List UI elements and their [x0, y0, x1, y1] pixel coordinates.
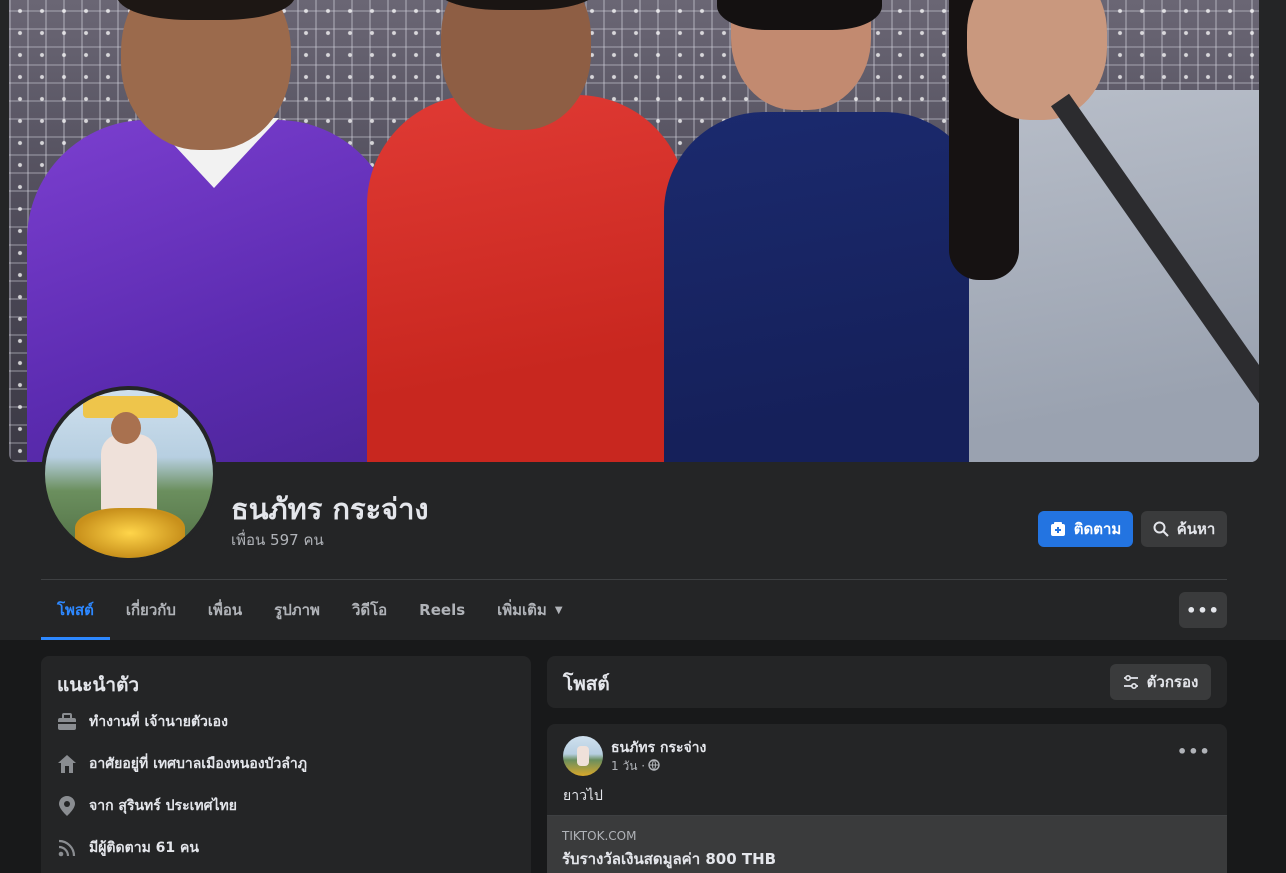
tab-label: รูปภาพ	[274, 601, 320, 619]
cover-person-3	[664, 112, 984, 462]
tab-friends[interactable]: เพื่อน	[192, 580, 258, 640]
tab-label: เกี่ยวกับ	[125, 601, 176, 619]
intro-item-work: ทำงานที่ เจ้านายตัวเอง	[57, 711, 228, 733]
tab-label: โพสต์	[57, 601, 94, 619]
link-preview[interactable]: TIKTOK.COM รับรางวัลเงินสดมูลค่า 800 THB	[547, 815, 1227, 873]
briefcase-icon	[57, 712, 77, 732]
tab-label: เพื่อน	[207, 601, 243, 619]
profile-avatar[interactable]	[41, 386, 217, 562]
post-text: ยาวไป	[563, 788, 603, 804]
home-icon	[57, 754, 77, 774]
search-button[interactable]: ค้นหา	[1141, 511, 1227, 547]
sliders-icon	[1123, 674, 1139, 690]
cover-photo[interactable]	[9, 0, 1259, 462]
avatar-gold	[75, 508, 185, 558]
post-author[interactable]: ธนภัทร กระจ่าง	[611, 737, 706, 759]
cover-hair-3	[717, 0, 882, 30]
filter-label: ตัวกรอง	[1146, 673, 1199, 691]
post-avatar[interactable]	[563, 736, 603, 776]
intro-item-followers: มีผู้ติดตาม 61 คน	[57, 837, 199, 859]
more-options-button[interactable]: •••	[1179, 592, 1227, 628]
intro-text: มีผู้ติดตาม 61 คน	[89, 840, 199, 856]
profile-tabs: โพสต์ เกี่ยวกับ เพื่อน รูปภาพ วิดีโอ Ree…	[41, 580, 579, 640]
intro-item-from: จาก สุรินทร์ ประเทศไทย	[57, 795, 237, 817]
post-meta: 1 วัน ·	[611, 757, 660, 776]
tab-label: เพิ่มเติม	[497, 601, 547, 619]
tab-reels[interactable]: Reels	[403, 580, 481, 640]
avatar-figure	[101, 434, 157, 514]
tab-label: Reels	[419, 601, 466, 619]
tab-about[interactable]: เกี่ยวกับ	[110, 580, 192, 640]
intro-title: แนะนำตัว	[57, 674, 140, 696]
follow-button[interactable]: ติดตาม	[1038, 511, 1133, 547]
rss-icon	[57, 838, 77, 858]
tab-more[interactable]: เพิ่มเติม ▼	[481, 580, 578, 640]
cover-head-2	[441, 0, 591, 130]
posts-title: โพสต์	[563, 673, 610, 695]
cover-person-2	[367, 95, 687, 462]
search-label: ค้นหา	[1176, 520, 1216, 538]
tab-photos[interactable]: รูปภาพ	[258, 580, 336, 640]
post-options-icon[interactable]: •••	[1177, 742, 1211, 761]
intro-card: แนะนำตัว ทำงานที่ เจ้านายตัวเอง อาศัยอยู…	[41, 656, 531, 873]
post-time[interactable]: 1 วัน ·	[611, 757, 645, 776]
search-icon	[1153, 521, 1169, 537]
link-domain: TIKTOK.COM	[562, 829, 637, 843]
intro-text: อาศัยอยู่ที่ เทศบาลเมืองหนองบัวลำภู	[89, 756, 308, 772]
avatar-image	[45, 390, 213, 558]
tab-posts[interactable]: โพสต์	[41, 580, 110, 640]
friends-count[interactable]: เพื่อน 597 คน	[231, 528, 324, 552]
follow-label: ติดตาม	[1073, 520, 1122, 538]
tab-videos[interactable]: วิดีโอ	[336, 580, 403, 640]
avatar-figure-head	[111, 412, 141, 444]
post-card: ธนภัทร กระจ่าง 1 วัน · ••• ยาวไป TIKTOK.…	[547, 724, 1227, 873]
tab-label: วิดีโอ	[351, 601, 388, 619]
link-title: รับรางวัลเงินสดมูลค่า 800 THB	[562, 850, 777, 868]
posts-header-card: โพสต์ ตัวกรอง	[547, 656, 1227, 708]
location-pin-icon	[57, 796, 77, 816]
caret-down-icon: ▼	[554, 604, 563, 616]
intro-text: จาก สุรินทร์ ประเทศไทย	[89, 798, 237, 814]
intro-text: ทำงานที่ เจ้านายตัวเอง	[89, 714, 228, 730]
intro-item-home: อาศัยอยู่ที่ เทศบาลเมืองหนองบัวลำภู	[57, 753, 307, 775]
follow-icon	[1050, 521, 1066, 537]
filter-button[interactable]: ตัวกรอง	[1110, 664, 1211, 700]
profile-name: ธนภัทร กระจ่าง	[231, 492, 429, 526]
globe-icon	[648, 759, 660, 774]
